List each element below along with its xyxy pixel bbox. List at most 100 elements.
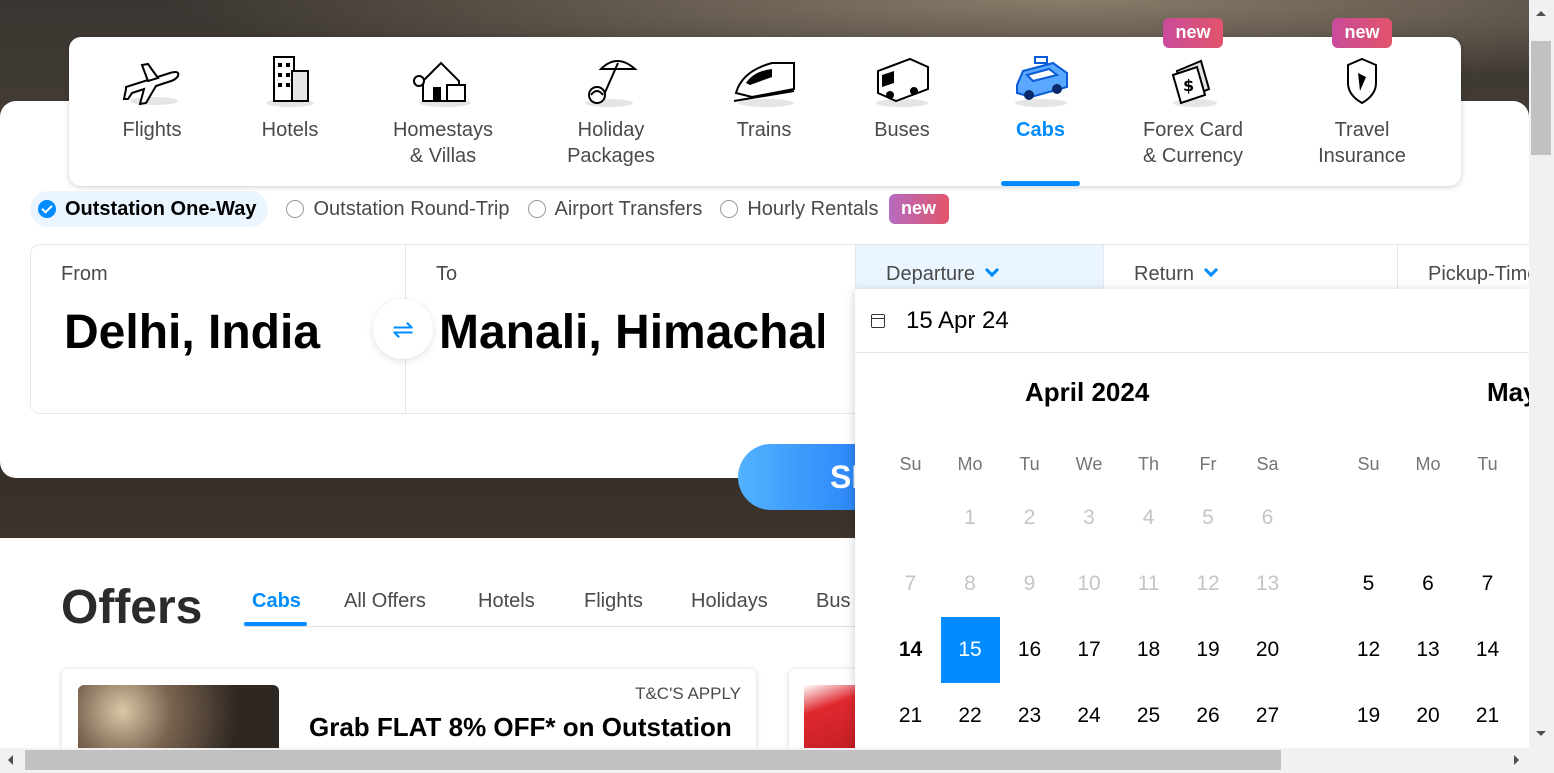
offer-tab-cabs[interactable]: Cabs [252,590,301,613]
nav-label: Cabs [1016,119,1065,141]
nav-label: Homestays & Villas [392,119,494,167]
nav-label: Hotels [261,119,319,141]
new-badge: new [888,194,949,224]
scrollbar-thumb[interactable] [25,750,1281,770]
calendar-day[interactable]: 5 [1339,551,1398,617]
scroll-up-icon[interactable] [1536,6,1546,16]
chevron-down-icon [984,262,1000,278]
radio-checked-icon [38,200,56,218]
airplane-icon [122,62,180,106]
nav-item-travel-insurance[interactable]: new Travel Insurance [1314,18,1410,186]
svg-text:$: $ [1183,76,1194,95]
calendar-day[interactable]: 21 [881,683,940,749]
offer-tab-all-offers[interactable]: All Offers [344,590,426,613]
date-input[interactable]: 15 Apr 24 [855,289,1529,353]
weekday-label: Sa [1256,454,1279,474]
calendar-day[interactable]: 21 [1458,683,1517,749]
calendar-day: 13 [1255,572,1280,595]
trip-type-hourly-rentals[interactable]: Hourly Rentals [720,198,879,221]
calendar-day: 9 [1023,572,1036,595]
calendar-day[interactable]: 19 [1339,683,1398,749]
from-label: From [61,263,108,285]
offer-tab-hotels[interactable]: Hotels [478,590,535,613]
house-icon [413,61,471,107]
hotel-building-icon [266,56,314,107]
weekday-label: Su [1357,454,1380,474]
from-field[interactable]: From Delhi, India [31,245,406,413]
beach-umbrella-icon [585,60,638,107]
calendar-day[interactable]: 27 [1238,683,1297,749]
departure-label: Departure [886,262,1000,286]
weekday-label: Su [899,454,922,474]
calendar-day[interactable]: 12 [1339,617,1398,683]
offer-card[interactable]: T&C'S APPLY Grab FLAT 8% OFF* on Outstat… [62,669,756,759]
calendar-day[interactable]: 16 [1000,617,1059,683]
to-field[interactable]: To Manali, Himachal Pradesh [406,245,856,413]
calendar-day[interactable]: 20 [1238,617,1297,683]
pickup-time-label: Pickup-Time [1428,263,1538,285]
calendar-day[interactable]: 19 [1179,617,1238,683]
calendar-day[interactable]: 13 [1399,617,1458,683]
calendar-day[interactable]: 6 [1399,551,1458,617]
nav-item-hotels[interactable]: Hotels [255,37,325,186]
calendar-day[interactable]: 7 [1458,551,1517,617]
offers-title: Offers [61,581,203,634]
offer-tab-holidays[interactable]: Holidays [691,590,768,613]
product-nav: Flights Hotels Homestays & Villas Holida… [69,18,1461,186]
calendar-day: 5 [1202,506,1214,529]
to-label: To [436,263,458,285]
calendar-day[interactable]: 22 [941,683,1000,749]
return-label: Return [1134,262,1219,286]
calendar-day-selected[interactable]: 15 [940,617,1000,683]
to-value: Manali, Himachal Pradesh [439,306,824,359]
horizontal-scrollbar[interactable] [0,748,1554,773]
month-title: May 2024 [1487,377,1529,407]
new-badge: new [1163,18,1223,48]
nav-item-trains[interactable]: Trains [731,37,797,186]
trip-type-outstation-round-trip[interactable]: Outstation Round-Trip [286,198,510,221]
nav-item-forex[interactable]: new $ Forex Card & Currency [1139,18,1247,186]
scrollbar-thumb[interactable] [1531,41,1551,155]
scroll-down-icon[interactable] [1536,731,1546,741]
calendar-day[interactable]: 24 [1060,683,1119,749]
calendar-day: 1 [964,506,976,529]
calendar-day[interactable]: 18 [1119,617,1178,683]
insurance-shield-icon [1347,57,1377,105]
calendar-day: 10 [1077,572,1101,595]
weekday-label: Fr [1199,454,1217,474]
calendar-day[interactable]: 20 [1399,683,1458,749]
nav-item-cabs[interactable]: Cabs [1001,37,1080,186]
calendar-day[interactable]: 14 [881,617,940,683]
nav-label: Travel Insurance [1318,119,1406,167]
departure-calendar: 15 Apr 24 April 2024 May 2024 Su Mo Tu We Th… [855,289,1529,751]
weekday-label: Mo [1415,454,1441,474]
month-title: April 2024 [1025,377,1150,407]
weekday-label: Mo [957,454,983,474]
nav-item-flights[interactable]: Flights [117,37,187,186]
bus-icon [876,57,929,107]
trip-type-airport-transfers[interactable]: Airport Transfers [527,198,702,221]
calendar-day[interactable]: 26 [1179,683,1238,749]
nav-item-holiday-packages[interactable]: Holiday Packages [559,37,663,186]
calendar-day[interactable]: 17 [1060,617,1119,683]
offer-tab-bus[interactable]: Bus [816,590,850,613]
weekday-label: Tu [1019,454,1040,474]
scroll-right-icon[interactable] [1514,755,1524,765]
nav-item-homestays[interactable]: Homestays & Villas [388,37,498,186]
calendar-day: 2 [1023,506,1036,529]
trip-type-outstation-one-way[interactable]: Outstation One-Way [30,191,269,227]
scroll-left-icon[interactable] [3,755,13,765]
calendar-day[interactable]: 23 [1000,683,1059,749]
calendar-icon [871,314,885,328]
forex-card-icon: $ [1171,59,1217,107]
offer-tab-flights[interactable]: Flights [584,590,643,613]
date-input-value: 15 Apr 24 [906,307,1009,334]
nav-item-buses[interactable]: Buses [871,37,933,186]
trip-type-selector: Outstation One-Way Outstation Round-Trip… [30,191,949,227]
calendar-day[interactable]: 14 [1458,617,1517,683]
weekday-label: Tu [1477,454,1498,474]
vertical-scrollbar[interactable] [1529,0,1554,748]
calendar-day: 4 [1142,506,1155,529]
calendar-day[interactable]: 25 [1119,683,1178,749]
nav-label: Holiday Packages [567,119,655,167]
